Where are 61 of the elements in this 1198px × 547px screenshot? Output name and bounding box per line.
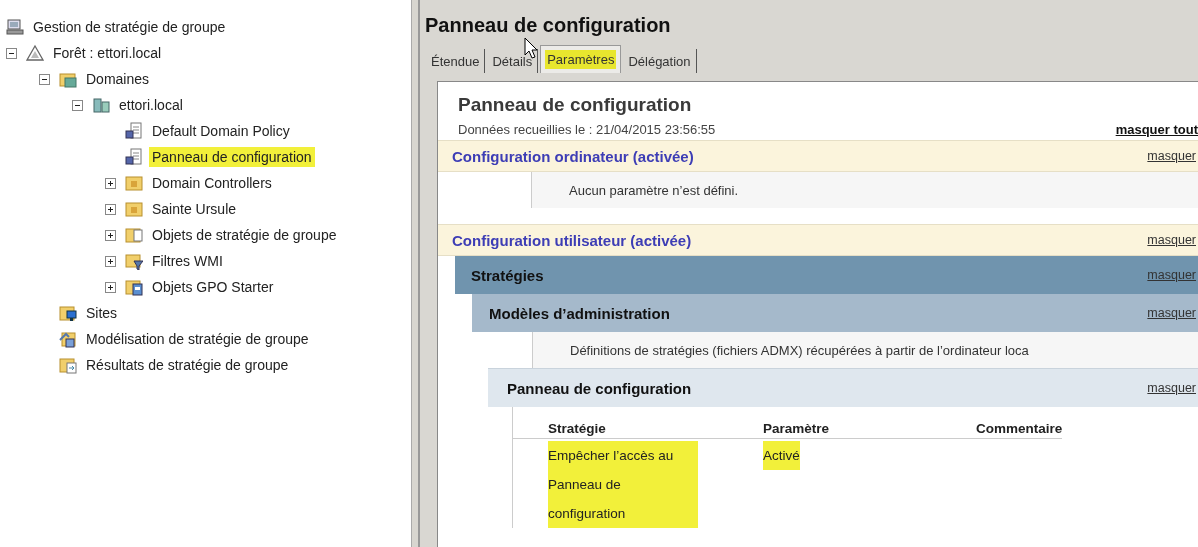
hide-link[interactable]: masquer (1147, 268, 1198, 282)
tab[interactable]: Paramètres (540, 45, 622, 73)
hide-link[interactable]: masquer (1147, 381, 1198, 395)
tree-item[interactable]: Sainte Ursule (149, 199, 240, 219)
folder-icon (59, 356, 77, 374)
folder-icon (125, 252, 143, 270)
table-cell: Activé (763, 441, 800, 470)
expand-icon[interactable] (105, 177, 116, 189)
tree-item[interactable]: Panneau de configuration (149, 147, 315, 167)
collapse-icon[interactable] (72, 99, 83, 111)
column-header: Paramètre (728, 407, 941, 439)
column-header: Stratégie (512, 407, 728, 439)
tree-item[interactable]: Filtres WMI (149, 251, 226, 271)
collected-date: Données recueillies le : 21/04/2015 23:56:55 (458, 122, 716, 139)
folder-icon (59, 330, 77, 348)
hide-link[interactable]: masquer (1147, 306, 1198, 320)
tree-item[interactable]: Résultats de stratégie de groupe (83, 355, 292, 375)
panel-title: Panneau de configuration (425, 14, 671, 36)
section-title: Configuration ordinateur (activée) (452, 147, 694, 165)
tree-item[interactable]: Objets GPO Starter (149, 277, 277, 297)
tab[interactable]: Étendue (426, 49, 486, 73)
expand-icon[interactable] (105, 255, 116, 267)
expand-icon[interactable] (105, 229, 116, 241)
table-cell: Empêcher l’accès au Panneau de configuration (548, 441, 698, 528)
collapse-icon[interactable] (6, 47, 17, 59)
building-icon (92, 96, 110, 114)
triangle-icon (26, 44, 44, 62)
collapse-icon[interactable] (39, 73, 50, 85)
cursor-icon (524, 37, 538, 59)
note-text: Définitions de stratégies (fichiers ADMX) récupérées à partir de l’ordinateur loca (570, 342, 1029, 358)
tree-item[interactable]: Modélisation de stratégie de groupe (83, 329, 312, 349)
hide-link[interactable]: masquer (1147, 149, 1198, 163)
section-title: Configuration utilisateur (activée) (452, 231, 692, 249)
folder-icon (125, 174, 143, 192)
document-icon (125, 122, 143, 140)
group-title: Stratégies (471, 266, 544, 284)
folder-icon (125, 278, 143, 296)
folder-icon (59, 304, 77, 322)
tree-item[interactable]: Domaines (83, 69, 153, 89)
tree-item[interactable]: Gestion de stratégie de groupe (30, 17, 229, 37)
tree-item[interactable]: Forêt : ettori.local (50, 43, 165, 63)
folder-icon (125, 200, 143, 218)
group-title: Panneau de configuration (507, 379, 692, 397)
group-title: Modèles d’administration (489, 304, 670, 322)
report-title: Panneau de configuration (457, 93, 693, 116)
tree-item[interactable]: Objets de stratégie de groupe (149, 225, 340, 245)
note-text: Aucun paramètre n’est défini. (569, 182, 739, 198)
tree-item[interactable]: Sites (83, 303, 121, 323)
folder-icon (59, 70, 77, 88)
console-icon (6, 18, 24, 36)
hide-link[interactable]: masquer (1147, 233, 1198, 247)
tree-item[interactable]: Default Domain Policy (149, 121, 293, 141)
column-header: Commentaire (941, 407, 1063, 439)
tree-item[interactable]: ettori.local (116, 95, 186, 115)
hide-all-link[interactable]: masquer tout (1115, 122, 1198, 140)
folder-icon (125, 226, 143, 244)
tab[interactable]: Délégation (623, 49, 697, 73)
expand-icon[interactable] (105, 203, 116, 215)
tree-item[interactable]: Domain Controllers (149, 173, 275, 193)
document-icon (125, 148, 143, 166)
expand-icon[interactable] (105, 281, 116, 293)
